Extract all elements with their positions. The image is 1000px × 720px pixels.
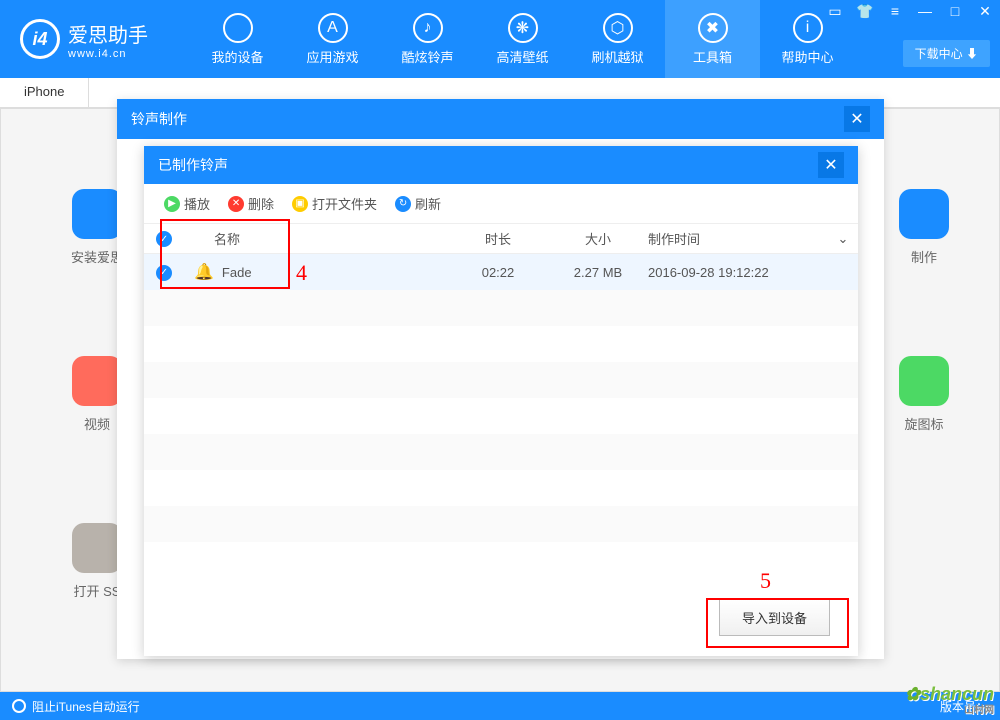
status-bar: 阻止iTunes自动运行 版本号： [0, 692, 1000, 720]
created-ringtones-dialog: 已制作铃声 ✕ ▶播放 ✕删除 ▣打开文件夹 ↻刷新 ✓ 名称 时长 大小 制作… [144, 146, 858, 656]
close-icon[interactable]: ✕ [970, 0, 1000, 22]
app-site: www.i4.cn [68, 48, 148, 60]
bell-icon: ♪ [413, 13, 443, 43]
tool-install[interactable]: 安装爱思 [71, 189, 123, 266]
row-size: 2.27 MB [548, 265, 648, 280]
nav-ringtones[interactable]: ♪酷炫铃声 [380, 0, 475, 78]
col-created[interactable]: 制作时间 [648, 229, 828, 248]
refresh-icon: ↻ [395, 196, 411, 212]
rotate-icon [899, 356, 949, 406]
play-button[interactable]: ▶播放 [164, 194, 210, 213]
tab-iphone[interactable]: iPhone [0, 78, 89, 107]
skin-icon[interactable]: 👕 [850, 0, 880, 22]
import-to-device-button[interactable]: 导入到设备 [719, 599, 830, 636]
status-text: 阻止iTunes自动运行 [32, 698, 140, 715]
toggle-icon[interactable] [12, 699, 26, 713]
logo: i4 爱思助手 www.i4.cn [20, 19, 190, 60]
toolbar: ▶播放 ✕删除 ▣打开文件夹 ↻刷新 [144, 184, 858, 224]
row-created: 2016-09-28 19:12:22 [648, 265, 828, 280]
install-icon [72, 189, 122, 239]
delete-button[interactable]: ✕删除 [228, 194, 274, 213]
download-center-button[interactable]: 下载中心 ⬇ [903, 40, 990, 67]
ringtone-icon: 🔔 [194, 262, 214, 282]
ssh-icon [72, 523, 122, 573]
app-name: 爱思助手 [68, 19, 148, 48]
tool-ssh[interactable]: 打开 SS [71, 523, 123, 600]
chevron-down-icon[interactable]: ⌄ [828, 231, 858, 247]
tool-make[interactable]: 制作 [899, 189, 949, 266]
apple-icon [223, 13, 253, 43]
box-icon: ⬡ [603, 13, 633, 43]
nav-flash[interactable]: ⬡刷机越狱 [570, 0, 665, 78]
table-row[interactable]: ✓ 🔔 Fade 02:22 2.27 MB 2016-09-28 19:12:… [144, 254, 858, 290]
window-controls: ▭ 👕 ≡ — □ ✕ [820, 0, 1000, 22]
nav-toolbox[interactable]: ✖工具箱 [665, 0, 760, 78]
play-icon: ▶ [164, 196, 180, 212]
row-name: Fade [222, 265, 252, 280]
annotation-label-4: 4 [296, 260, 307, 286]
col-name[interactable]: 名称 [184, 229, 448, 248]
row-duration: 02:22 [448, 265, 548, 280]
settings-icon[interactable]: ≡ [880, 0, 910, 22]
row-checkbox[interactable]: ✓ [156, 265, 172, 281]
dialog-title: 已制作铃声 [158, 155, 228, 175]
info-icon: i [793, 13, 823, 43]
nav-wallpapers[interactable]: ❋高清壁纸 [475, 0, 570, 78]
feedback-icon[interactable]: ▭ [820, 0, 850, 22]
annotation-label-5: 5 [760, 568, 771, 594]
select-all-checkbox[interactable]: ✓ [156, 231, 172, 247]
top-bar: i4 爱思助手 www.i4.cn 我的设备 A应用游戏 ♪酷炫铃声 ❋高清壁纸… [0, 0, 1000, 78]
tool-video[interactable]: 视频 [71, 356, 123, 433]
refresh-button[interactable]: ↻刷新 [395, 194, 441, 213]
col-size[interactable]: 大小 [548, 229, 648, 248]
dialog-title: 铃声制作 [131, 109, 187, 129]
col-duration[interactable]: 时长 [448, 229, 548, 248]
watermark: ✿shancun 山村网 [905, 684, 994, 716]
flower-icon: ❋ [508, 13, 538, 43]
apps-icon: A [318, 13, 348, 43]
table-header: ✓ 名称 时长 大小 制作时间 ⌄ [144, 224, 858, 254]
video-icon [72, 356, 122, 406]
close-button[interactable]: ✕ [818, 152, 844, 178]
open-folder-button[interactable]: ▣打开文件夹 [292, 194, 377, 213]
tools-icon: ✖ [698, 13, 728, 43]
minimize-icon[interactable]: — [910, 0, 940, 22]
nav-my-device[interactable]: 我的设备 [190, 0, 285, 78]
tool-rotate[interactable]: 旋图标 [899, 356, 949, 433]
maximize-icon[interactable]: □ [940, 0, 970, 22]
main-nav: 我的设备 A应用游戏 ♪酷炫铃声 ❋高清壁纸 ⬡刷机越狱 ✖工具箱 i帮助中心 [190, 0, 855, 78]
folder-icon: ▣ [292, 196, 308, 212]
nav-apps[interactable]: A应用游戏 [285, 0, 380, 78]
delete-icon: ✕ [228, 196, 244, 212]
make-icon [899, 189, 949, 239]
close-button[interactable]: ✕ [844, 106, 870, 132]
app-logo-icon: i4 [20, 19, 60, 59]
